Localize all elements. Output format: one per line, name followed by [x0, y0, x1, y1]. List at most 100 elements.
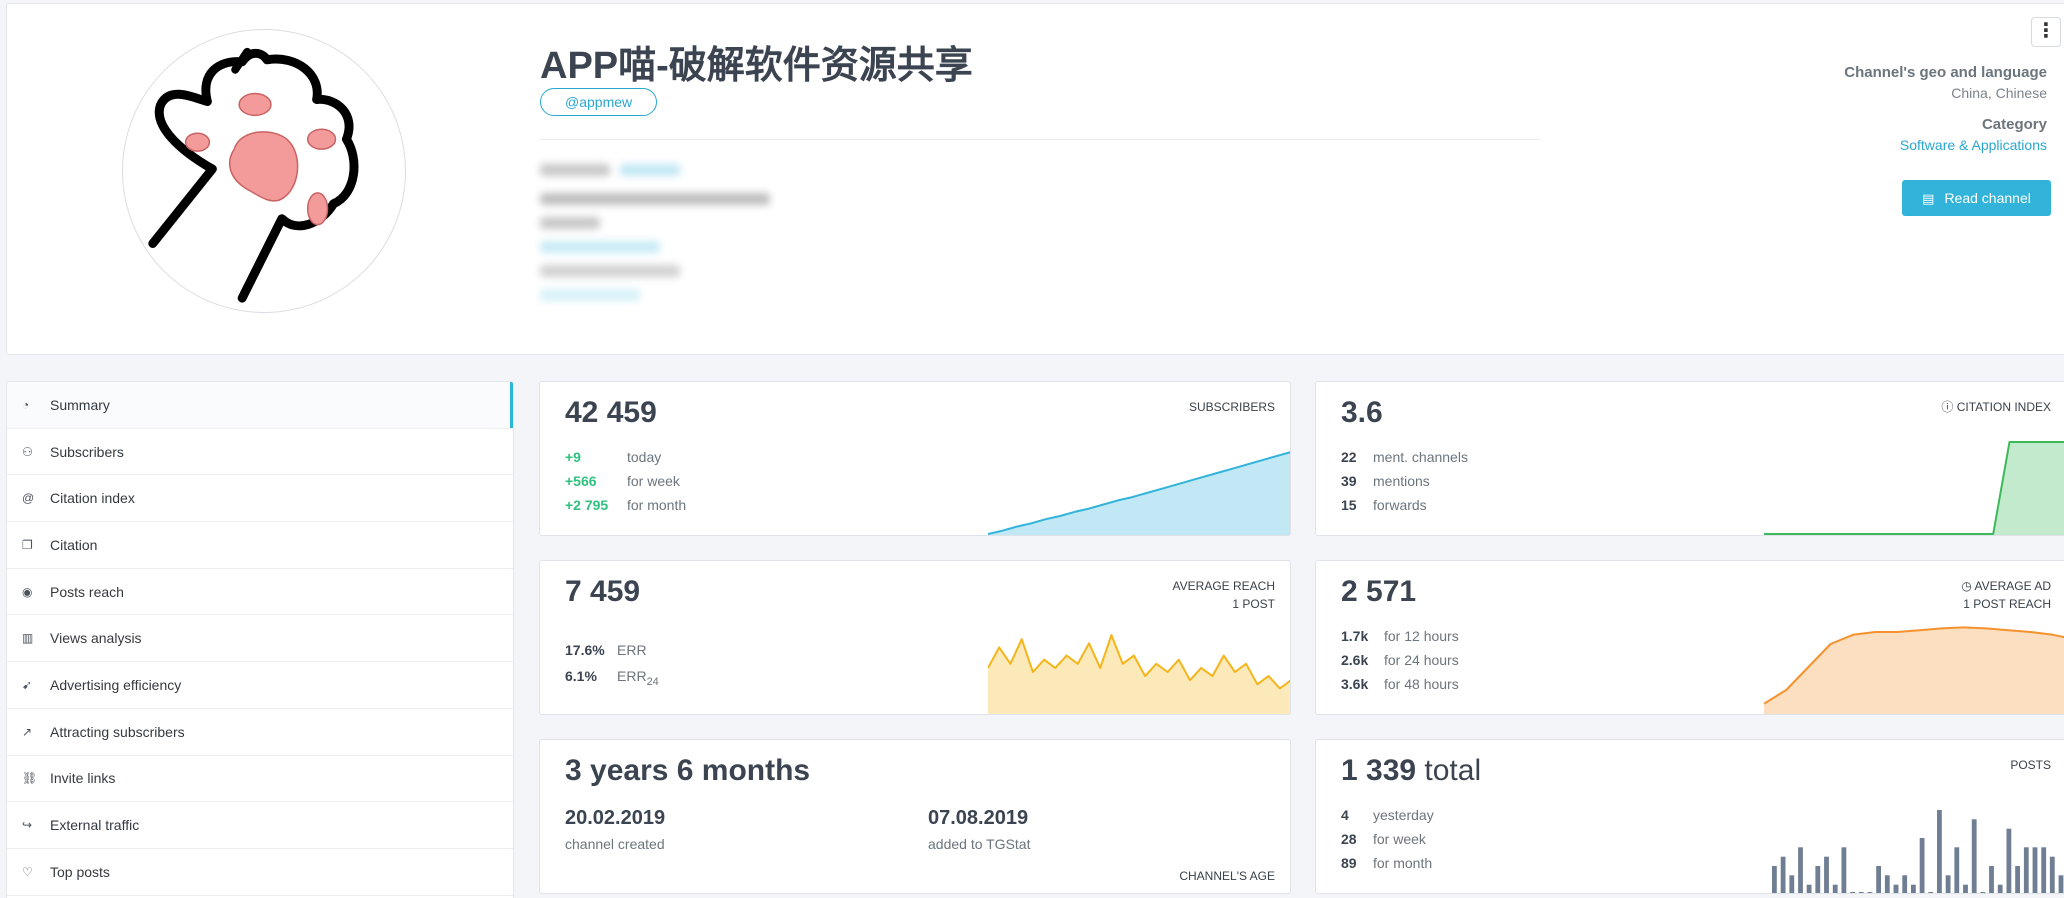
comments-icon: ❐: [22, 537, 33, 552]
average-reach-value: 7 459: [565, 575, 641, 608]
sidebar-item-label: Subscribers: [50, 443, 124, 460]
at-icon: @: [22, 491, 35, 506]
posts-card[interactable]: 1 339 total POSTS 4 yesterday 28 for week …: [1315, 739, 2064, 894]
channel-age-value: 3 years 6 months: [565, 754, 811, 787]
header-divider: [540, 139, 1540, 140]
sidebar-item-label: Invite links: [50, 770, 116, 787]
citation-trend-area: [1764, 442, 2064, 535]
channel-title: APP喵-破解软件资源共享: [540, 45, 973, 87]
citation-index-value: 3.6: [1341, 396, 1383, 429]
subscribers-label: SUBSCRIBERS: [1188, 400, 1275, 414]
trend-icon: ↗: [22, 724, 33, 739]
more-options-button[interactable]: ⋮: [2031, 17, 2061, 47]
channel-handle-link[interactable]: @appmew: [540, 88, 658, 116]
posts-bar: [1989, 866, 1994, 893]
channel-header: APP喵-破解软件资源共享 @appmew ⋮ Channel's geo an…: [6, 3, 2064, 355]
sidebar-item-summary[interactable]: ◔ Summary: [7, 382, 513, 429]
average-ad-reach-label: ◷ AVERAGE AD 1 POST REACH: [1961, 579, 2051, 611]
average-reach-label: AVERAGE REACH 1 POST: [1172, 579, 1275, 611]
category-link[interactable]: Software & Applications: [1844, 137, 2047, 153]
channel-description-blurred: [540, 164, 800, 324]
cat-paw-icon: [148, 47, 359, 303]
posts-bar: [1798, 847, 1803, 893]
sidebar-item-subscribers[interactable]: ⚇ Subscribers: [7, 429, 513, 476]
posts-bar: [1806, 884, 1812, 893]
sidebar-item-views-analysis[interactable]: ▥ Views analysis: [7, 615, 513, 663]
average-ad-reach-card[interactable]: 2 571 ◷ AVERAGE AD 1 POST REACH 1.7k for 1…: [1315, 560, 2064, 715]
share-icon: ↪: [22, 818, 33, 833]
geo-label: Channel's geo and language: [1844, 64, 2047, 81]
added-label: added to TGStat: [928, 836, 1031, 852]
read-channel-label: Read channel: [1944, 190, 2031, 206]
citation-index-card[interactable]: 3.6 ⓘ CITATION INDEX 22 ment. channels 39…: [1315, 381, 2064, 536]
sidebar-item-posts-reach[interactable]: ◉ Posts reach: [7, 569, 513, 616]
channel-avatar: [122, 29, 406, 313]
posts-bar: [2032, 847, 2038, 893]
posts-bar: [1997, 884, 2003, 893]
ad-reach-stats: 1.7k for 12 hours 2.6k for 24 hours 3.6k fo…: [1341, 628, 1459, 692]
added-date: 07.08.2019: [928, 807, 1029, 829]
sidebar-item-label: Views analysis: [50, 630, 142, 647]
channel-created-date: 20.02.2019: [565, 807, 666, 829]
posts-bar: [1893, 884, 1899, 893]
bar-chart-icon: ▥: [22, 631, 34, 646]
posts-bar: [1815, 866, 1821, 893]
posts-bar: [1824, 856, 1829, 893]
subscribers-stats: +9 today +566 for week +2 795 for month: [565, 449, 687, 513]
citation-stats: 22 ment. channels 39 mentions 15 forwards: [1341, 449, 1468, 513]
sidebar-item-external-traffic[interactable]: ↪ External traffic: [7, 802, 513, 849]
subscribers-sparkline: [988, 451, 1290, 535]
summary-icon: ◔: [22, 397, 30, 412]
posts-bar: [1902, 875, 1908, 893]
posts-bar: [1980, 892, 1986, 893]
posts-bar: [2015, 866, 2020, 893]
posts-bar: [2023, 847, 2029, 893]
posts-bar: [1850, 892, 1855, 893]
posts-bar: [1876, 866, 1881, 893]
posts-bar: [1963, 884, 1968, 893]
average-reach-card[interactable]: 7 459 AVERAGE REACH 1 POST 17.6% ERR 6.1% E…: [539, 560, 1291, 715]
posts-bar: [1954, 847, 1960, 893]
link-icon: ⛓: [22, 771, 38, 786]
geo-value: China, Chinese: [1951, 85, 2047, 101]
info-icon: ⓘ: [1941, 400, 1957, 414]
read-channel-button[interactable]: ▤ Read channel: [1902, 180, 2051, 216]
posts-bar-chart: [1772, 810, 2064, 893]
sidebar-item-advertising-efficiency[interactable]: ➹ Advertising efficiency: [7, 662, 513, 709]
posts-bar: [1945, 875, 1951, 893]
ad-reach-trend-area: [1764, 627, 2064, 714]
posts-bar: [2058, 875, 2064, 893]
posts-bar: [1911, 884, 1916, 893]
posts-bar: [1971, 819, 1977, 893]
citation-sparkline: [1764, 441, 2064, 535]
posts-bar: [1789, 875, 1795, 893]
sidebar-item-label: Citation index: [50, 490, 135, 507]
thumbs-up-icon: ♡: [22, 864, 33, 879]
ad-reach-sparkline: [1764, 626, 2064, 714]
posts-bar: [1928, 892, 1934, 893]
sidebar-item-label: Advertising efficiency: [50, 676, 182, 693]
users-icon: ⚇: [22, 444, 33, 459]
sidebar-item-label: Citation: [50, 536, 98, 553]
eye-icon: ◉: [22, 584, 33, 599]
sidebar-item-citation-index[interactable]: @ Citation index: [7, 475, 513, 523]
posts-bar: [1858, 892, 1864, 893]
sidebar-item-label: Attracting subscribers: [50, 723, 185, 740]
posts-value: 1 339 total: [1341, 754, 1482, 787]
sidebar-item-invite-links[interactable]: ⛓ Invite links: [7, 756, 513, 803]
sidebar-item-attracting-subscribers[interactable]: ↗ Attracting subscribers: [7, 709, 513, 756]
sidebar-item-label: Posts reach: [50, 583, 124, 600]
clock-icon: ◷: [1961, 579, 1975, 593]
posts-stats: 4 yesterday 28 for week 89 for month: [1341, 807, 1434, 871]
sidebar-item-label: External traffic: [50, 817, 140, 834]
subscribers-card[interactable]: 42 459 SUBSCRIBERS +9 today +566 for week …: [539, 381, 1291, 536]
average-ad-reach-value: 2 571: [1341, 575, 1417, 608]
channel-age-label: CHANNEL'S AGE: [1179, 869, 1275, 883]
channel-age-card: 3 years 6 months 20.02.2019 channel crea…: [539, 739, 1291, 894]
sidebar-item-label: Summary: [50, 396, 110, 413]
posts-bar: [1884, 875, 1890, 893]
category-label: Category: [1981, 116, 2047, 133]
posts-label: POSTS: [2010, 758, 2051, 772]
sidebar-item-citation[interactable]: ❐ Citation: [7, 522, 513, 569]
sidebar-item-top-posts[interactable]: ♡ Top posts: [7, 849, 513, 896]
